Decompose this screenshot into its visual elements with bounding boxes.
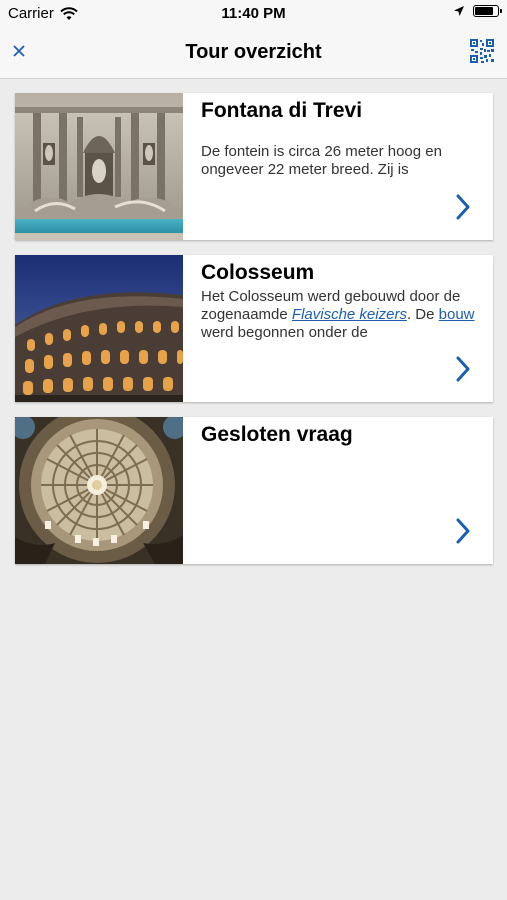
flavische-keizers-link[interactable]: Flavische keizers [292, 306, 407, 323]
tour-list: Fontana di Trevi De fontein is circa 26 … [15, 93, 493, 579]
tour-card-gesloten-vraag[interactable]: Gesloten vraag [15, 417, 493, 564]
battery-icon [473, 5, 502, 17]
status-bar: Carrier 11:40 PM [0, 0, 507, 28]
trevi-fountain-image [15, 93, 183, 240]
tour-card-colosseum[interactable]: Colosseum Het Colosseum werd gebouwd doo… [15, 255, 493, 402]
status-time: 11:40 PM [221, 5, 286, 22]
tour-card-title: Fontana di Trevi [201, 99, 363, 122]
chevron-right-icon[interactable] [455, 517, 471, 545]
tour-card-description: Het Colosseum werd gebouwd door de zogen… [201, 288, 491, 342]
bouw-link[interactable]: bouw [439, 306, 475, 323]
link-text: Flavische keizers [291, 306, 407, 323]
qr-code-icon[interactable] [469, 38, 495, 64]
chevron-right-icon[interactable] [455, 193, 471, 221]
description-text: werd begonnen onder de [201, 324, 368, 341]
navigation-bar: Tour overzicht [0, 28, 507, 79]
dome-image [15, 417, 183, 564]
chevron-right-icon[interactable] [455, 355, 471, 383]
tour-card-title: Colosseum [201, 261, 315, 284]
tour-card-description [201, 467, 491, 503]
tour-card-fontana-di-trevi[interactable]: Fontana di Trevi De fontein is circa 26 … [15, 93, 493, 240]
page-title: Tour overzicht [185, 41, 322, 63]
battery-fill [475, 7, 493, 15]
colosseum-image [15, 255, 183, 402]
description-text: . De [406, 306, 439, 323]
tour-card-title: Gesloten vraag [201, 423, 353, 446]
location-arrow-icon [454, 6, 464, 16]
status-right [453, 5, 502, 17]
tour-card-description: De fontein is circa 26 meter hoog en ong… [201, 143, 442, 178]
